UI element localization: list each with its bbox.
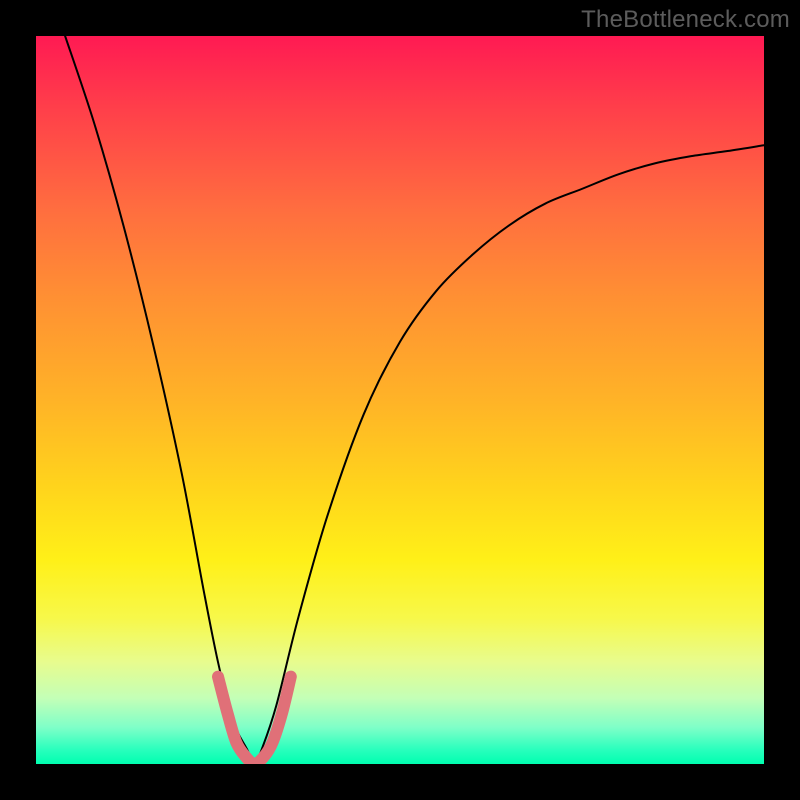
plot-area [36, 36, 764, 764]
curve-layer [36, 36, 764, 764]
bottleneck-curve [65, 36, 764, 764]
chart-frame: TheBottleneck.com [0, 0, 800, 800]
watermark-text: TheBottleneck.com [581, 6, 790, 34]
